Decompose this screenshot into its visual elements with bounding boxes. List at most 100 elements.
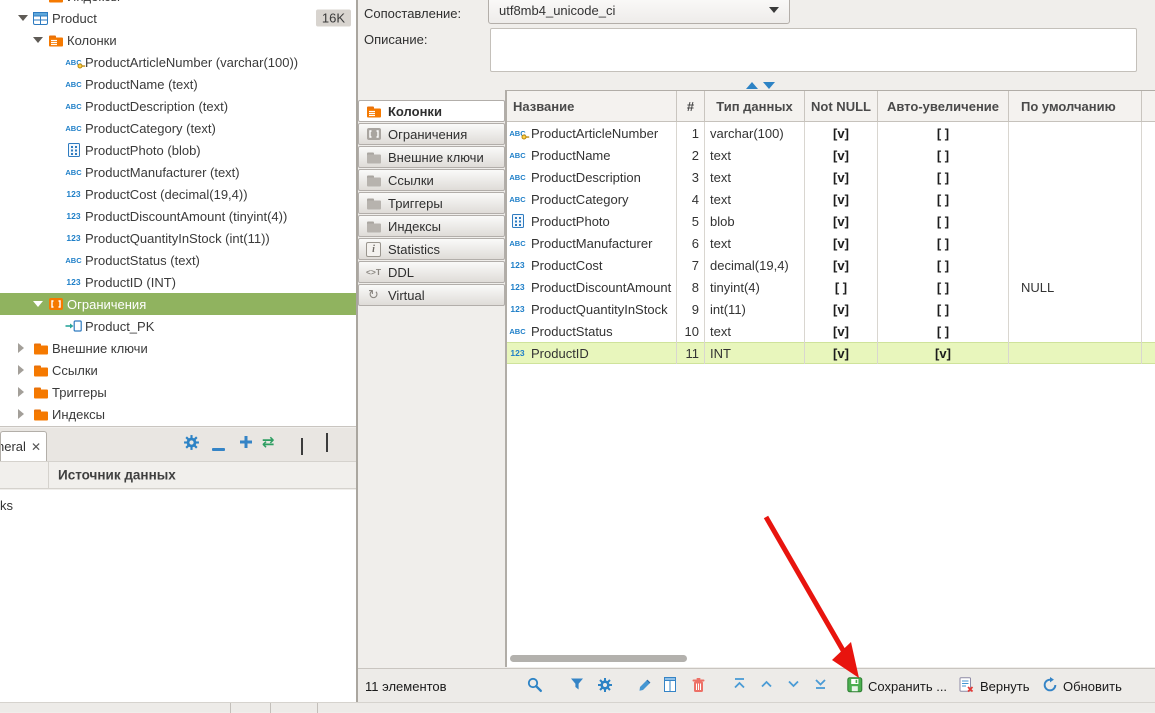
cell-not-null-checkbox[interactable]: [v] xyxy=(805,166,878,188)
side-tab-statistics[interactable]: iStatistics xyxy=(358,238,505,260)
cell-auto-increment-checkbox[interactable]: [ ] xyxy=(878,122,1009,144)
cell-name[interactable]: 123ProductID xyxy=(507,342,677,364)
cell-data-type[interactable]: INT xyxy=(705,342,805,364)
minimize-icon[interactable] xyxy=(301,439,303,454)
cell-ordinal[interactable]: 3 xyxy=(677,166,705,188)
cell-default[interactable] xyxy=(1009,298,1142,320)
cell-default[interactable] xyxy=(1009,342,1142,364)
grid-row[interactable]: ABCProductArticleNumber1varchar(100)[v][… xyxy=(507,122,1155,144)
cell-not-null-checkbox[interactable]: [v] xyxy=(805,122,878,144)
chevron-collapsed-icon[interactable] xyxy=(18,387,24,397)
cell-name[interactable]: ABCProductName xyxy=(507,144,677,166)
edit-pencil-icon[interactable] xyxy=(637,677,653,693)
tree-item[interactable]: ABCProductArticleNumber (varchar(100)) xyxy=(0,51,356,73)
tree-item[interactable]: ABCProductManufacturer (text) xyxy=(0,161,356,183)
grid-row[interactable]: 123ProductDiscountAmount8tinyint(4)[ ][ … xyxy=(507,276,1155,298)
cell-not-null-checkbox[interactable]: [v] xyxy=(805,232,878,254)
chevron-collapsed-icon[interactable] xyxy=(18,409,24,419)
column-header[interactable]: # xyxy=(677,91,705,121)
move-up-icon[interactable] xyxy=(760,677,773,690)
tree-item[interactable]: 123ProductID (INT) xyxy=(0,271,356,293)
column-header[interactable]: Название xyxy=(507,91,677,121)
tree-item[interactable]: Ссылки xyxy=(0,359,356,381)
cell-auto-increment-checkbox[interactable]: [ ] xyxy=(878,298,1009,320)
tree-item[interactable]: Триггеры xyxy=(0,381,356,403)
filter-icon[interactable] xyxy=(570,677,584,691)
chevron-collapsed-icon[interactable] xyxy=(18,365,24,375)
cell-auto-increment-checkbox[interactable]: [ ] xyxy=(878,276,1009,298)
chevron-collapsed-icon[interactable] xyxy=(18,343,24,353)
cell-data-type[interactable]: blob xyxy=(705,210,805,232)
cell-ordinal[interactable]: 10 xyxy=(677,320,705,342)
tree-item[interactable]: ProductPhoto (blob) xyxy=(0,139,356,161)
tree-item[interactable]: Индексы xyxy=(0,0,356,7)
cell-data-type[interactable]: text xyxy=(705,144,805,166)
grid-row[interactable]: 123ProductCost7decimal(19,4)[v][ ] xyxy=(507,254,1155,276)
tree-item[interactable]: 123ProductDiscountAmount (tinyint(4)) xyxy=(0,205,356,227)
cell-auto-increment-checkbox[interactable]: [ ] xyxy=(878,254,1009,276)
cell-name[interactable]: 123ProductDiscountAmount xyxy=(507,276,677,298)
cell-name[interactable]: ABCProductManufacturer xyxy=(507,232,677,254)
close-icon[interactable]: ✕ xyxy=(31,440,41,454)
gear-icon[interactable] xyxy=(183,434,200,454)
cell-not-null-checkbox[interactable]: [v] xyxy=(805,188,878,210)
chevron-expanded-icon[interactable] xyxy=(33,37,43,43)
tree-item[interactable]: Колонки xyxy=(0,29,356,51)
cell-ordinal[interactable]: 5 xyxy=(677,210,705,232)
revert-button[interactable]: Вернуть xyxy=(980,669,1030,703)
side-tab-virtual[interactable]: ↻Virtual xyxy=(358,284,505,306)
cell-ordinal[interactable]: 7 xyxy=(677,254,705,276)
description-input[interactable] xyxy=(490,28,1137,72)
cell-name[interactable]: ABCProductDescription xyxy=(507,166,677,188)
cell-not-null-checkbox[interactable]: [v] xyxy=(805,342,878,364)
cell-ordinal[interactable]: 4 xyxy=(677,188,705,210)
cell-data-type[interactable]: varchar(100) xyxy=(705,122,805,144)
tree-item[interactable]: ABCProductName (text) xyxy=(0,73,356,95)
splitter-down-icon[interactable] xyxy=(763,82,775,89)
grid-row[interactable]: ABCProductManufacturer6text[v][ ] xyxy=(507,232,1155,254)
column-header[interactable]: Тип данных xyxy=(705,91,805,121)
cell-not-null-checkbox[interactable]: [v] xyxy=(805,210,878,232)
tab-general[interactable]: neral✕ xyxy=(0,431,47,461)
cell-data-type[interactable]: decimal(19,4) xyxy=(705,254,805,276)
tree-item[interactable]: 123ProductQuantityInStock (int(11)) xyxy=(0,227,356,249)
cell-ordinal[interactable]: 8 xyxy=(677,276,705,298)
horizontal-scrollbar[interactable] xyxy=(510,655,687,662)
cell-default[interactable]: NULL xyxy=(1009,276,1142,298)
cell-name[interactable]: ABCProductArticleNumber xyxy=(507,122,677,144)
tree-item[interactable]: ABCProductDescription (text) xyxy=(0,95,356,117)
grid-row[interactable]: ProductPhoto5blob[v][ ] xyxy=(507,210,1155,232)
cell-auto-increment-checkbox[interactable]: [ ] xyxy=(878,232,1009,254)
cell-name[interactable]: ABCProductCategory xyxy=(507,188,677,210)
save-button[interactable]: Сохранить ... xyxy=(868,669,947,703)
expand-all-icon[interactable] xyxy=(239,434,253,453)
splitter-up-icon[interactable] xyxy=(746,82,758,89)
cell-not-null-checkbox[interactable]: [v] xyxy=(805,320,878,342)
chevron-expanded-icon[interactable] xyxy=(33,301,43,307)
grid-row[interactable]: ABCProductCategory4text[v][ ] xyxy=(507,188,1155,210)
cell-default[interactable] xyxy=(1009,144,1142,166)
cell-name[interactable]: 123ProductCost xyxy=(507,254,677,276)
refresh-button[interactable]: Обновить xyxy=(1063,669,1122,703)
maximize-icon[interactable] xyxy=(326,436,328,451)
cell-name[interactable]: ABCProductStatus xyxy=(507,320,677,342)
cell-ordinal[interactable]: 2 xyxy=(677,144,705,166)
side-tab-ddl[interactable]: <>TDDL xyxy=(358,261,505,283)
side-tab-индексы[interactable]: Индексы xyxy=(358,215,505,237)
cell-auto-increment-checkbox[interactable]: [ ] xyxy=(878,166,1009,188)
tree-item[interactable]: ABCProductStatus (text) xyxy=(0,249,356,271)
link-with-editor-icon[interactable]: ⇄ xyxy=(262,433,275,451)
search-icon[interactable] xyxy=(527,677,543,693)
cell-data-type[interactable]: tinyint(4) xyxy=(705,276,805,298)
cell-default[interactable] xyxy=(1009,188,1142,210)
move-down-icon[interactable] xyxy=(787,677,800,690)
grid-row[interactable]: ABCProductDescription3text[v][ ] xyxy=(507,166,1155,188)
tree-item[interactable]: 123ProductCost (decimal(19,4)) xyxy=(0,183,356,205)
cell-name[interactable]: 123ProductQuantityInStock xyxy=(507,298,677,320)
cell-auto-increment-checkbox[interactable]: [ ] xyxy=(878,188,1009,210)
tree-item[interactable]: Индексы xyxy=(0,403,356,425)
cell-data-type[interactable]: text xyxy=(705,232,805,254)
cell-default[interactable] xyxy=(1009,122,1142,144)
cell-auto-increment-checkbox[interactable]: [ ] xyxy=(878,144,1009,166)
cell-data-type[interactable]: text xyxy=(705,320,805,342)
